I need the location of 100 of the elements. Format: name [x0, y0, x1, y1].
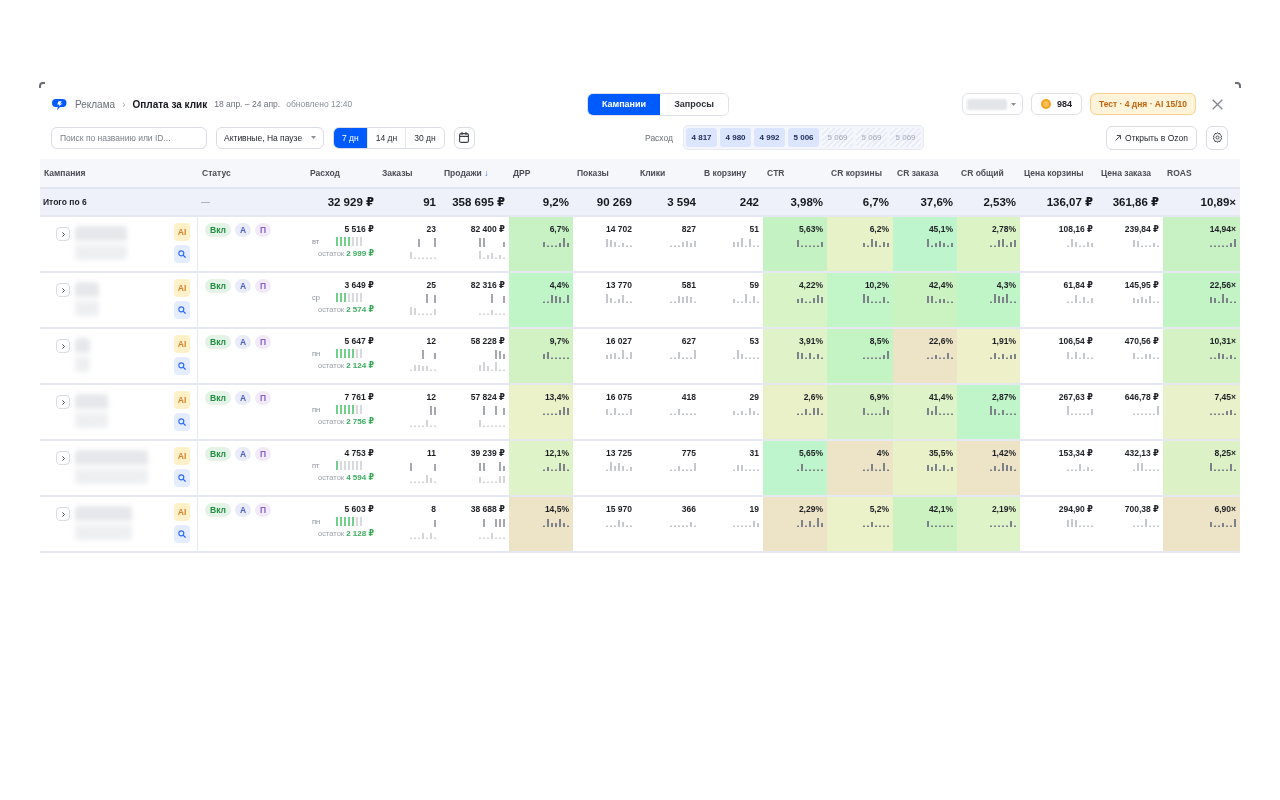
- sparkline: [733, 238, 759, 247]
- sparkline: [927, 294, 953, 303]
- column-header[interactable]: Заказы: [382, 168, 413, 178]
- expand-button[interactable]: [56, 339, 70, 353]
- close-icon[interactable]: [1212, 98, 1223, 110]
- metric-value: 14,5%: [544, 504, 569, 514]
- sparkline: [479, 518, 505, 539]
- metric-value: 13,4%: [544, 392, 569, 402]
- search-icon: [178, 530, 186, 538]
- metric-value: 15 970: [606, 504, 632, 514]
- sparkline: [797, 238, 823, 247]
- chevron-right-icon: [61, 343, 65, 349]
- metric-value: 6,9%: [869, 392, 889, 402]
- column-header[interactable]: Цена корзины: [1024, 168, 1084, 178]
- column-header[interactable]: В корзину: [704, 168, 747, 178]
- search-button[interactable]: [174, 301, 190, 319]
- status-filter-dropdown[interactable]: Активные, На паузе: [216, 126, 324, 149]
- expand-button[interactable]: [56, 507, 70, 521]
- period-tab[interactable]: 7 дн: [334, 127, 367, 148]
- sparkline: [927, 462, 953, 471]
- metric-value: 22,6%: [928, 336, 953, 346]
- metric-value: 4%: [876, 448, 889, 458]
- open-external-button[interactable]: Открыть в Ozon: [1106, 125, 1197, 150]
- metric-value: 1,42%: [991, 448, 1016, 458]
- chevron-right-icon: [61, 399, 65, 405]
- breadcrumb-link[interactable]: Реклама: [75, 98, 116, 110]
- view-tab[interactable]: Кампании: [588, 93, 660, 115]
- trial-badge: Тест · 4 дня · AI 15/10: [1089, 93, 1196, 115]
- column-header[interactable]: Кампания: [44, 168, 86, 178]
- search-button[interactable]: [174, 525, 190, 543]
- total-value: 2,53%: [983, 196, 1016, 208]
- sparkline: [410, 462, 436, 483]
- column-header[interactable]: CR корзины: [831, 168, 882, 178]
- metric-value: 12,1%: [544, 448, 569, 458]
- calendar-button[interactable]: [453, 126, 475, 149]
- expand-button[interactable]: [56, 395, 70, 409]
- corner-mark-icon: [1235, 82, 1241, 88]
- expand-button[interactable]: [56, 227, 70, 241]
- metric-value: 8,25×: [1214, 448, 1236, 458]
- metric-value: 6,7%: [549, 224, 569, 234]
- expand-button[interactable]: [56, 283, 70, 297]
- logo-icon: [52, 98, 68, 110]
- status-tag: Вкл: [205, 335, 231, 349]
- metric-value: 6,90×: [1214, 504, 1236, 514]
- column-header[interactable]: Показы: [577, 168, 609, 178]
- column-header[interactable]: ROAS: [1167, 168, 1192, 178]
- metric-value: 53: [749, 336, 759, 346]
- expand-button[interactable]: [56, 451, 70, 465]
- column-header[interactable]: Цена заказа: [1101, 168, 1152, 178]
- sparkline: [990, 350, 1016, 359]
- sparkline: [1067, 238, 1093, 247]
- chevron-right-icon: [61, 231, 65, 237]
- status-tag: А: [234, 391, 252, 405]
- sparkline: [797, 350, 823, 359]
- metric-value: 10,2%: [864, 280, 889, 290]
- search-button[interactable]: [174, 245, 190, 263]
- status-tag: Вкл: [205, 279, 231, 293]
- column-header[interactable]: CR заказа: [897, 168, 939, 178]
- status-tag: П: [255, 223, 272, 237]
- daily-spend-chip: 5 069: [822, 128, 854, 147]
- metric-value: 14 702: [606, 224, 632, 234]
- total-value: 37,6%: [920, 196, 953, 208]
- column-header[interactable]: ДРР: [513, 168, 531, 178]
- status-tag: П: [255, 503, 272, 517]
- search-button[interactable]: [174, 413, 190, 431]
- column-header[interactable]: CR общий: [961, 168, 1004, 178]
- sparkline: [606, 294, 632, 303]
- sparkline: [410, 238, 436, 259]
- sparkline: [410, 294, 436, 315]
- search-button[interactable]: [174, 469, 190, 487]
- search-field[interactable]: Поиск по названию или ID...: [51, 126, 207, 149]
- sparkline: [733, 294, 759, 303]
- metric-value: 42,1%: [928, 504, 953, 514]
- status-tag: А: [234, 223, 252, 237]
- column-header[interactable]: Продажи ↓: [444, 168, 489, 178]
- column-header[interactable]: CTR: [767, 168, 785, 178]
- breadcrumb-link[interactable]: Оплата за клик: [132, 98, 208, 110]
- metric-value: 11: [427, 448, 436, 458]
- metric-value: 51: [749, 224, 759, 234]
- sparkline: [670, 406, 696, 415]
- total-value: 136,07 ₽: [1046, 195, 1093, 209]
- sparkline: [797, 518, 823, 527]
- settings-button[interactable]: [1206, 125, 1228, 150]
- status-tag: А: [234, 279, 252, 293]
- metric-value: 4,3%: [996, 280, 1016, 290]
- blurred-campaign-name: [75, 506, 132, 540]
- column-header[interactable]: Статус: [202, 168, 231, 178]
- caret-down-icon: [311, 136, 316, 139]
- sparkline: [543, 406, 569, 415]
- period-tab[interactable]: 30 дн: [405, 127, 444, 148]
- sparkline: [927, 238, 953, 247]
- status-tag: А: [234, 447, 252, 461]
- sparkline: [797, 406, 823, 415]
- sparkline: [733, 350, 759, 359]
- caret-down-icon: [1010, 102, 1016, 106]
- metric-value: 59: [749, 280, 759, 290]
- settings-icon: [1211, 132, 1223, 143]
- column-header[interactable]: Клики: [640, 168, 666, 178]
- search-button[interactable]: [174, 357, 190, 375]
- column-header[interactable]: Расход: [310, 168, 340, 178]
